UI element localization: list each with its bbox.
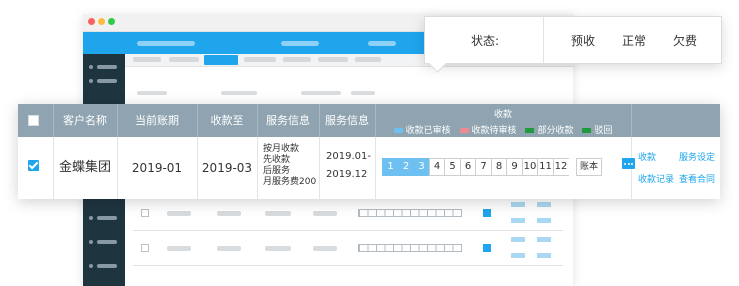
service-line: 后服务 (263, 166, 291, 176)
header-select-cell (18, 104, 54, 137)
row-checkbox[interactable] (141, 209, 149, 217)
actions-cell: 收款 服务设定 收款记录 查看合同 (631, 137, 720, 199)
header-actions (631, 104, 720, 137)
month-box[interactable]: 7 (475, 158, 491, 176)
month-box[interactable]: 1 (382, 158, 398, 176)
service-date-to: 2019.12 (326, 169, 368, 180)
current-period: 2019-01 (117, 137, 198, 199)
table-row: 金蝶集团 2019-01 2019-03 按月收款 先收款 后服务 月服务费20… (18, 137, 720, 199)
status-option-normal[interactable]: 正常 (622, 32, 646, 49)
sidebar-item[interactable] (89, 264, 119, 268)
collection-title: 收款 (493, 110, 512, 120)
legend-swatch-icon (525, 128, 535, 133)
tab[interactable] (169, 57, 199, 62)
legend-item: 驳回 (582, 126, 612, 136)
service-line: 先收款 (263, 155, 291, 165)
sidebar-item[interactable] (89, 216, 119, 220)
legend-item: 收款待审核 (459, 126, 517, 136)
status-option-prepaid[interactable]: 预收 (571, 32, 595, 49)
service-line: 月服务费200 (263, 177, 317, 187)
header-collection: 收款 收款已审核 收款待审核 部分收款 驳回 (375, 104, 632, 137)
header-current-period: 当前账期 (117, 104, 198, 137)
ledger-button[interactable]: 账本 (576, 158, 602, 176)
tab[interactable] (244, 57, 276, 62)
month-box[interactable]: 3 (413, 158, 429, 176)
service-dates-cell: 2019.01- 2019.12 (319, 137, 376, 199)
customer-collection-table: 客户名称 当前账期 收款至 服务信息 服务信息 收款 收款已审核 收款待审核 部… (18, 104, 720, 199)
sidebar-item[interactable] (89, 65, 119, 69)
legend-swatch-icon (393, 128, 403, 133)
month-box[interactable]: 6 (459, 158, 476, 176)
header-service-info: 服务信息 (257, 104, 320, 137)
table-row (133, 196, 563, 231)
row-checkbox[interactable] (141, 244, 149, 252)
status-option-arrears[interactable]: 欠费 (673, 32, 697, 49)
month-box[interactable]: 4 (428, 158, 445, 176)
view-contract-link[interactable]: 查看合同 (679, 172, 715, 185)
service-date-from: 2019.01- (326, 151, 371, 162)
sidebar-item[interactable] (89, 79, 119, 83)
sidebar-item[interactable] (89, 240, 119, 244)
legend-swatch-icon (459, 128, 469, 133)
header-collected-to: 收款至 (197, 104, 258, 137)
tab[interactable] (283, 57, 311, 62)
collection-cell: 1 2 3 4 5 6 7 8 9 10 11 12 账本 (375, 137, 635, 199)
header-service-info: 服务信息 (319, 104, 376, 137)
close-dot-icon[interactable] (88, 18, 95, 25)
table-header: 客户名称 当前账期 收款至 服务信息 服务信息 收款 收款已审核 收款待审核 部… (18, 104, 720, 137)
tab-active[interactable] (204, 55, 238, 65)
month-box[interactable]: 5 (444, 158, 460, 176)
month-box[interactable]: 8 (490, 158, 507, 176)
customer-name: 金蝶集团 (53, 137, 118, 199)
select-all-checkbox[interactable] (28, 115, 39, 126)
row-checkbox-checked[interactable] (28, 160, 39, 171)
collection-records-link[interactable]: 收款记录 (638, 172, 674, 185)
month-box[interactable]: 10 (521, 158, 538, 176)
maximize-dot-icon[interactable] (108, 18, 115, 25)
divider (543, 17, 544, 63)
legend: 收款已审核 收款待审核 部分收款 驳回 (375, 123, 631, 136)
service-settings-link[interactable]: 服务设定 (679, 150, 715, 163)
month-box[interactable]: 11 (537, 158, 553, 176)
month-box[interactable]: 12 (552, 158, 569, 176)
collect-link[interactable]: 收款 (638, 150, 656, 163)
tab[interactable] (133, 57, 161, 62)
header-customer: 客户名称 (53, 104, 118, 137)
service-info-cell: 按月收款 先收款 后服务 月服务费200 (257, 137, 320, 199)
table-row (133, 231, 563, 266)
service-line: 按月收款 (263, 144, 300, 154)
month-box[interactable]: 2 (397, 158, 414, 176)
row-select-cell (18, 137, 54, 199)
tab[interactable] (355, 57, 381, 62)
status-label: 状态: (471, 34, 500, 48)
month-box[interactable]: 9 (506, 158, 522, 176)
legend-swatch-icon (582, 128, 592, 133)
status-filter-popup: 状态: 预收 正常 欠费 (424, 16, 722, 64)
tab[interactable] (318, 57, 348, 62)
legend-item: 部分收款 (525, 126, 573, 136)
legend-item: 收款已审核 (393, 126, 451, 136)
collected-to: 2019-03 (197, 137, 258, 199)
minimize-dot-icon[interactable] (98, 18, 105, 25)
